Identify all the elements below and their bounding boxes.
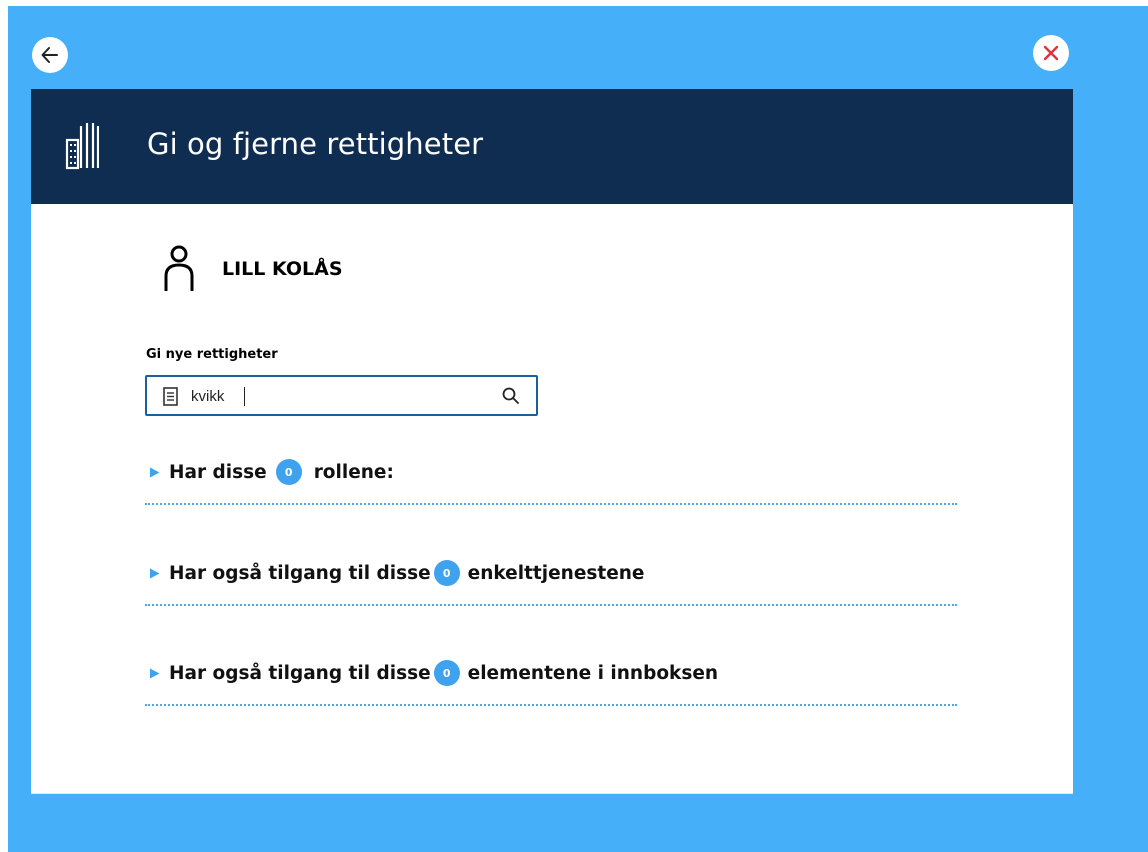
building-icon [65, 123, 99, 170]
caret-right-icon [150, 668, 160, 679]
search-input[interactable] [191, 385, 491, 407]
count-badge: 0 [433, 560, 460, 586]
single-services-section[interactable]: Har også tilgang til disse 0 enkelttjene… [145, 560, 957, 606]
section-heading: Har disse 0 rollene: [169, 459, 394, 485]
count-badge: 0 [275, 459, 302, 485]
person-icon [164, 245, 194, 291]
search-field[interactable] [145, 375, 538, 416]
section-heading: Har også tilgang til disse 0 elementene … [169, 660, 718, 686]
section-text-end: elementene i innboksen [467, 662, 719, 684]
back-button[interactable] [32, 37, 68, 73]
section-text-end: rollene: [313, 461, 394, 483]
inbox-elements-section[interactable]: Har også tilgang til disse 0 elementene … [145, 660, 957, 706]
user-name: LILL KOLÅS [222, 258, 343, 280]
text-cursor [244, 387, 245, 406]
close-x-icon [1043, 45, 1059, 61]
search-icon[interactable] [501, 386, 521, 406]
close-button[interactable] [1033, 35, 1069, 71]
document-icon [163, 387, 178, 406]
caret-right-icon [150, 467, 160, 478]
dialog-title: Gi og fjerne rettigheter [147, 127, 484, 161]
section-heading: Har også tilgang til disse 0 enkelttjene… [169, 560, 644, 586]
section-text-start: Har også tilgang til disse [169, 562, 431, 584]
roles-section[interactable]: Har disse 0 rollene: [145, 459, 957, 505]
section-text-start: Har også tilgang til disse [169, 662, 431, 684]
arrow-left-icon [41, 47, 58, 63]
dialog-header: Gi og fjerne rettigheter [31, 89, 1073, 204]
caret-right-icon [150, 568, 160, 579]
search-label: Gi nye rettigheter [146, 347, 278, 362]
rights-dialog: Gi og fjerne rettigheter LILL KOLÅS Gi n… [31, 89, 1073, 794]
section-text-end: enkelttjenestene [467, 562, 645, 584]
count-badge: 0 [433, 660, 460, 686]
section-text-start: Har disse [169, 461, 267, 483]
